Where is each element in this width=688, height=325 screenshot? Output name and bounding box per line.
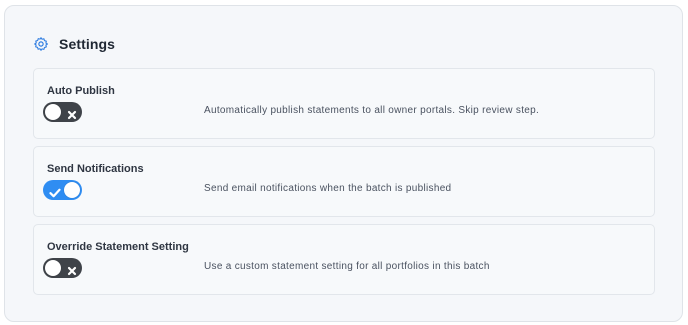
settings-header: Settings — [33, 34, 115, 54]
check-icon — [49, 185, 61, 198]
setting-description: Automatically publish statements to all … — [204, 105, 540, 116]
close-icon — [67, 263, 77, 276]
toggle-knob — [64, 182, 80, 198]
toggle-knob — [45, 104, 61, 120]
toggle-knob — [45, 260, 61, 276]
override-statement-toggle[interactable] — [43, 258, 82, 278]
setting-description: Use a custom statement setting for all p… — [204, 261, 490, 272]
setting-description: Send email notifications when the batch … — [204, 183, 452, 194]
close-icon — [67, 107, 77, 120]
auto-publish-toggle[interactable] — [43, 102, 82, 122]
setting-label: Override Statement Setting — [47, 241, 189, 253]
setting-label: Auto Publish — [47, 85, 115, 97]
setting-auto-publish: Auto Publish Automatically publish state… — [33, 68, 655, 139]
setting-override-statement: Override Statement Setting Use a custom … — [33, 224, 655, 295]
setting-label: Send Notifications — [47, 163, 144, 175]
gear-icon — [33, 36, 49, 52]
setting-send-notifications: Send Notifications Send email notificati… — [33, 146, 655, 217]
settings-panel: Settings Auto Publish Automatically publ… — [4, 5, 683, 322]
page-title: Settings — [59, 36, 116, 52]
send-notifications-toggle[interactable] — [43, 180, 82, 200]
